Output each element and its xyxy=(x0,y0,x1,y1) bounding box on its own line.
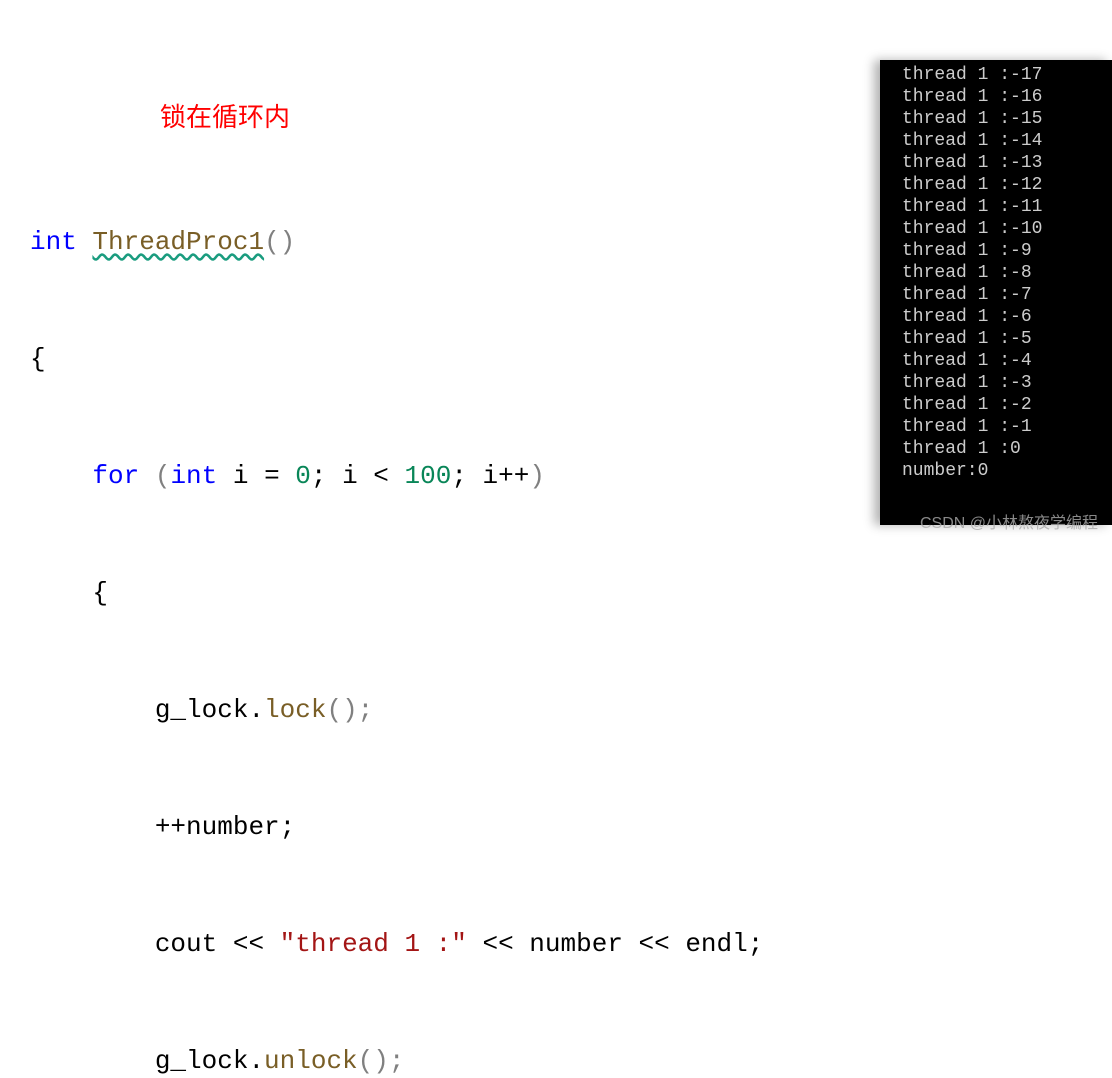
terminal-line: thread 1 :-10 xyxy=(902,218,1104,240)
method-name: unlock xyxy=(264,1046,358,1076)
code-line: g_lock.lock(); xyxy=(30,691,840,730)
call: (); xyxy=(358,1046,405,1076)
keyword-for: for xyxy=(92,461,139,491)
identifier: ; i < xyxy=(311,461,405,491)
code-line: { xyxy=(30,574,840,613)
brace: { xyxy=(30,344,46,374)
terminal-line: thread 1 :0 xyxy=(902,438,1104,460)
brace: { xyxy=(92,578,108,608)
terminal-line: thread 1 :-2 xyxy=(902,394,1104,416)
identifier: cout << xyxy=(155,929,280,959)
terminal-line: thread 1 :-14 xyxy=(902,130,1104,152)
terminal-line: number:0 xyxy=(902,460,1104,482)
terminal-line: thread 1 :-8 xyxy=(902,262,1104,284)
number-literal: 0 xyxy=(295,461,311,491)
terminal-output[interactable]: thread 1 :-17thread 1 :-16thread 1 :-15t… xyxy=(880,60,1112,525)
terminal-line: thread 1 :-4 xyxy=(902,350,1104,372)
identifier: i = xyxy=(217,461,295,491)
annotation-text: 锁在循环内 xyxy=(160,98,840,137)
paren: ( xyxy=(155,461,171,491)
number-literal: 100 xyxy=(405,461,452,491)
identifier: << number << endl; xyxy=(467,929,763,959)
terminal-line: thread 1 :-3 xyxy=(902,372,1104,394)
identifier: g_lock. xyxy=(155,695,264,725)
terminal-line: thread 1 :-17 xyxy=(902,64,1104,86)
terminal-line: thread 1 :-12 xyxy=(902,174,1104,196)
call: (); xyxy=(326,695,373,725)
terminal-line: thread 1 :-5 xyxy=(902,328,1104,350)
code-line: g_lock.unlock(); xyxy=(30,1042,840,1078)
terminal-line: thread 1 :-11 xyxy=(902,196,1104,218)
terminal-line: thread 1 :-16 xyxy=(902,86,1104,108)
method-name: lock xyxy=(264,695,326,725)
code-line: { xyxy=(30,340,840,379)
terminal-line: thread 1 :-9 xyxy=(902,240,1104,262)
function-name: ThreadProc1 xyxy=(92,227,264,257)
keyword-int: int xyxy=(170,461,217,491)
paren: () xyxy=(264,227,295,257)
identifier: ; i++ xyxy=(451,461,529,491)
watermark: CSDN @小林熬夜学编程 xyxy=(920,509,1098,533)
identifier: ++number; xyxy=(155,812,295,842)
terminal-line: thread 1 :-6 xyxy=(902,306,1104,328)
terminal-line: thread 1 :-13 xyxy=(902,152,1104,174)
code-line: for (int i = 0; i < 100; i++) xyxy=(30,457,840,496)
keyword-int: int xyxy=(30,227,77,257)
terminal-line: thread 1 :-15 xyxy=(902,108,1104,130)
code-line: int ThreadProc1() xyxy=(30,223,840,262)
terminal-line: thread 1 :-7 xyxy=(902,284,1104,306)
code-line: ++number; xyxy=(30,808,840,847)
code-editor: 锁在循环内 int ThreadProc1() { for (int i = 0… xyxy=(0,0,870,539)
paren: ) xyxy=(529,461,545,491)
string-literal: "thread 1 :" xyxy=(280,929,467,959)
identifier: g_lock. xyxy=(155,1046,264,1076)
code-line: cout << "thread 1 :" << number << endl; xyxy=(30,925,840,964)
terminal-line: thread 1 :-1 xyxy=(902,416,1104,438)
